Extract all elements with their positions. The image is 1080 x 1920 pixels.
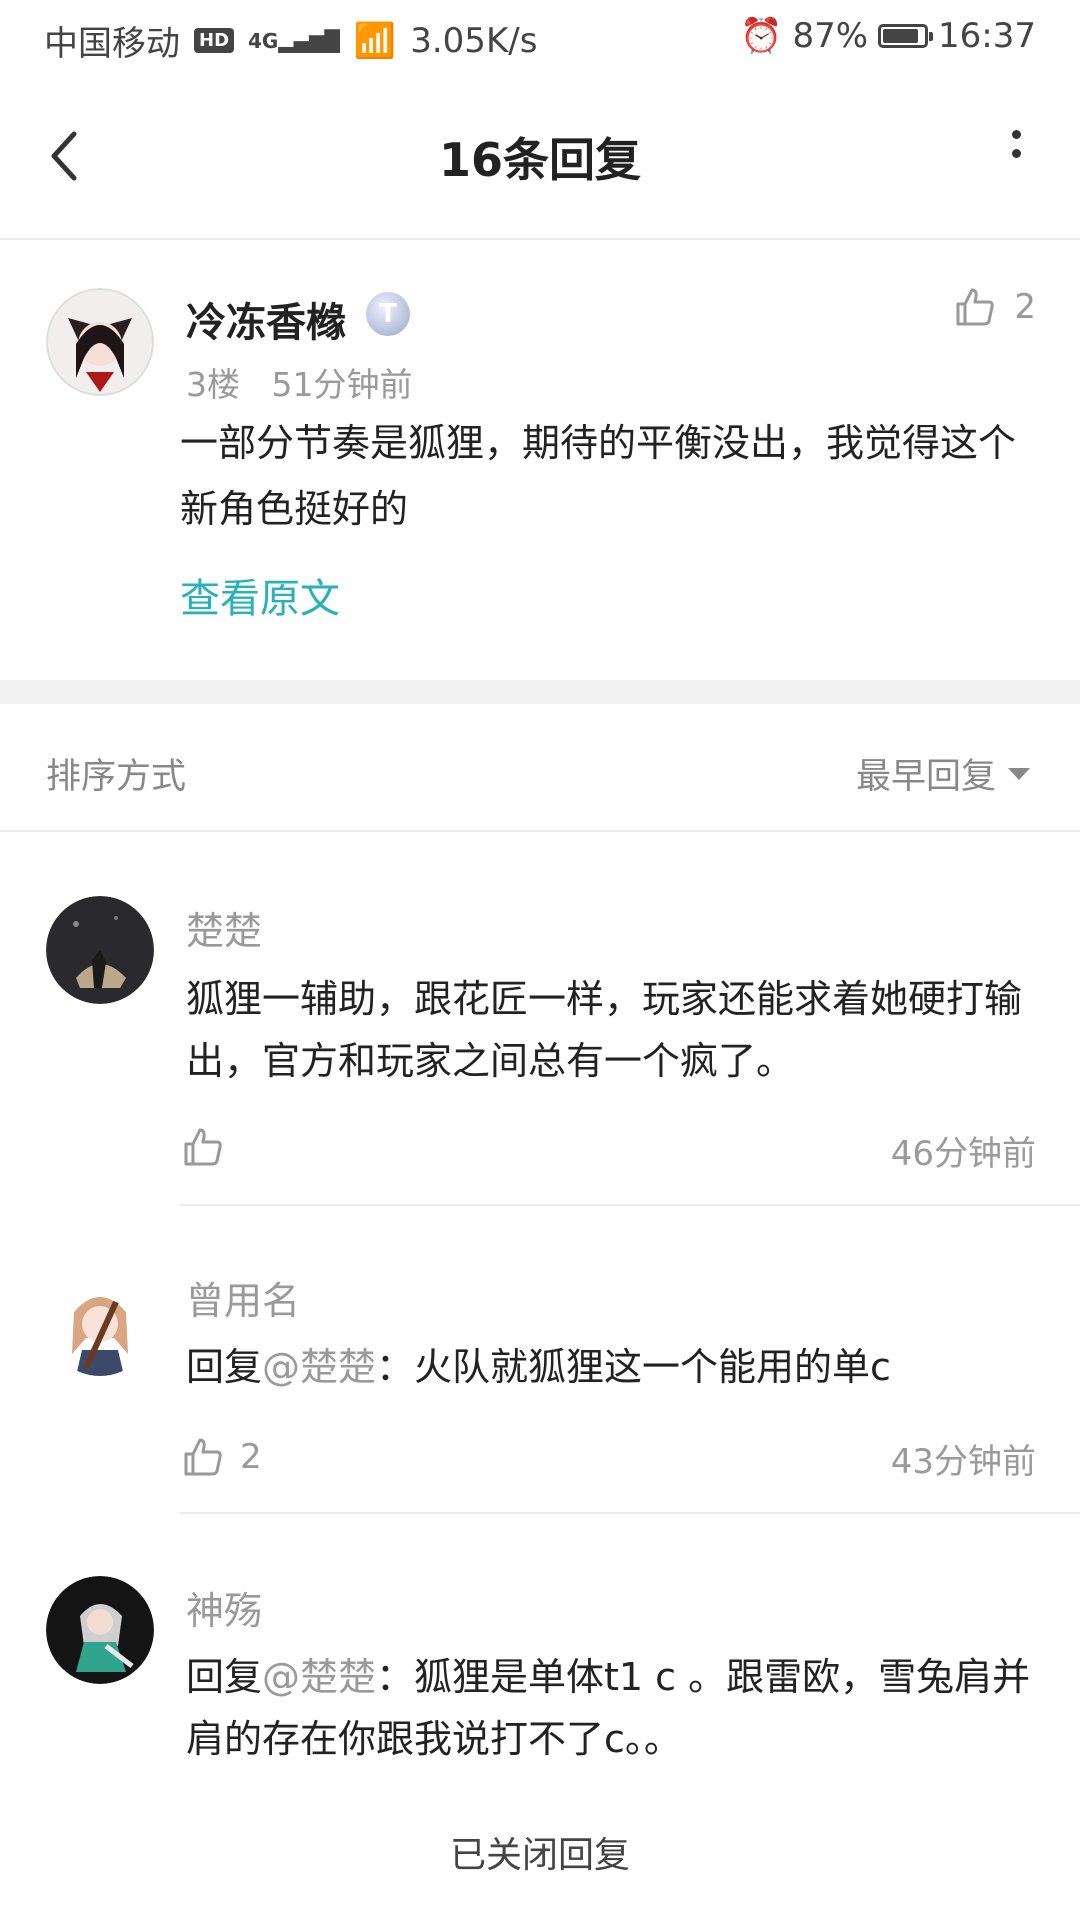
main-meta: 3楼 51分钟前: [186, 358, 412, 406]
alarm-icon: ⏰: [740, 16, 783, 56]
replies-closed-notice: 已关闭回复: [449, 1835, 630, 1876]
reply-like-button[interactable]: 2: [182, 1436, 262, 1478]
battery-icon: [878, 24, 934, 48]
thumbs-up-icon: [184, 1438, 222, 1476]
reply-prefix: 回复: [186, 1655, 263, 1699]
avatar-image: [46, 288, 154, 396]
reply-like-count: 2: [240, 1437, 262, 1477]
signal-icon: 4G▂▄▆█: [248, 28, 340, 53]
avatar-image: [46, 1268, 154, 1376]
section-gap: [0, 680, 1080, 704]
main-like-button[interactable]: 2: [954, 286, 1036, 328]
avatar-image: [46, 896, 154, 1004]
wifi-icon: 📶: [353, 20, 397, 61]
reply-time: 46分钟前: [890, 1134, 1036, 1174]
network-type-label: 4G: [248, 28, 279, 53]
reply-username[interactable]: 楚楚: [186, 900, 262, 955]
view-original-link[interactable]: 查看原文: [180, 566, 340, 624]
carrier-label: 中国移动: [44, 24, 180, 64]
status-left: 中国移动 HD 4G▂▄▆█ 📶 3.05K/s: [44, 16, 537, 65]
reply-text: 回复@楚楚：狐狸是单体t1 c 。跟雷欧，雪兔肩并肩的存在你跟我说打不了c。。: [186, 1646, 1056, 1770]
status-right: ⏰ 87% 16:37: [740, 16, 1036, 56]
battery-percent: 87%: [792, 16, 869, 56]
main-username[interactable]: 冷冻香橼: [186, 290, 346, 348]
reply-text: 狐狸一辅助，跟花匠一样，玩家还能求着她硬打输出，官方和玩家之间总有一个疯了。: [186, 968, 1056, 1092]
more-button[interactable]: [1012, 120, 1022, 168]
divider: [180, 1204, 1080, 1206]
main-comment-text: 一部分节奏是狐狸，期待的平衡没出，我觉得这个新角色挺好的: [180, 421, 1017, 531]
more-vertical-icon: [1012, 130, 1022, 158]
top-bar: 16条回复: [0, 76, 1080, 240]
battery-fill: [883, 29, 919, 43]
avatar-reply-3[interactable]: [46, 1576, 154, 1684]
reply-username[interactable]: 神殇: [186, 1580, 262, 1635]
status-bar: 中国移动 HD 4G▂▄▆█ 📶 3.05K/s ⏰ 87% 16:37: [0, 0, 1080, 76]
thumbs-up-icon: [184, 1128, 222, 1166]
avatar-main[interactable]: [46, 288, 154, 396]
level-badge: T: [366, 292, 410, 336]
divider: [180, 1512, 1080, 1514]
mention-link[interactable]: @楚楚: [262, 1655, 376, 1699]
thumbs-up-icon: [956, 288, 995, 326]
reply-like-button[interactable]: [182, 1126, 224, 1168]
main-time: 51分钟前: [271, 365, 413, 404]
reply-content: 狐狸一辅助，跟花匠一样，玩家还能求着她硬打输出，官方和玩家之间总有一个疯了。: [186, 977, 1023, 1083]
network-speed-label: 3.05K/s: [410, 20, 538, 61]
clock: 16:37: [938, 16, 1036, 56]
reply-prefix: 回复: [186, 1345, 263, 1389]
avatar-image: [46, 1576, 154, 1684]
avatar-reply-2[interactable]: [46, 1268, 154, 1376]
reply-time: 43分钟前: [890, 1442, 1036, 1482]
floor-label: 3楼: [186, 365, 240, 404]
mention-link[interactable]: @楚楚: [262, 1345, 376, 1389]
hd-icon: HD: [194, 28, 235, 53]
reply-username[interactable]: 曾用名: [186, 1270, 300, 1325]
page-title: 16条回复: [438, 133, 641, 187]
main-like-count: 2: [1014, 287, 1036, 327]
reply-content: ：火队就狐狸这一个能用的单c: [376, 1345, 891, 1389]
divider: [0, 830, 1080, 832]
sort-value: 最早回复: [855, 757, 996, 797]
reply-text: 回复@楚楚：火队就狐狸这一个能用的单c: [186, 1336, 1056, 1398]
caret-down-icon: [1008, 767, 1030, 780]
avatar-reply-1[interactable]: [46, 896, 154, 1004]
sort-label: 排序方式: [46, 757, 187, 797]
sort-dropdown[interactable]: 最早回复: [856, 748, 1030, 799]
